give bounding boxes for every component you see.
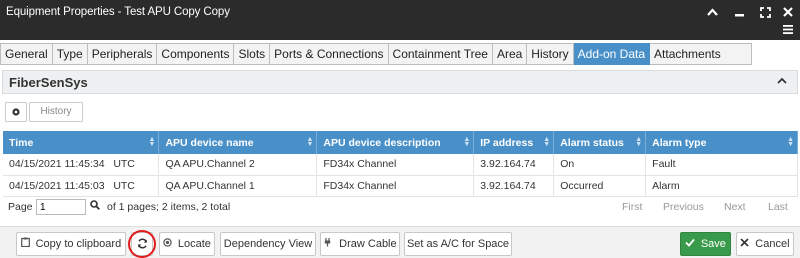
tab-attachments[interactable]: Attachments <box>650 43 752 65</box>
sort-icon: ▲ ▼ <box>148 136 156 148</box>
tab-peripherals[interactable]: Peripherals <box>87 43 158 65</box>
maximize-icon[interactable] <box>760 7 771 21</box>
copy-to-clipboard-button[interactable]: Copy to clipboard <box>16 232 126 256</box>
checkmark-icon <box>685 238 698 250</box>
tab-components[interactable]: Components <box>157 43 235 65</box>
page-label: Page <box>8 201 33 213</box>
tab-general[interactable]: General <box>0 43 53 65</box>
pager: Page of 1 pages; 2 items, 2 total First … <box>3 196 798 218</box>
tab-bar: General Type Peripherals Components Slot… <box>0 43 752 65</box>
cell-apu-device-description: FD34x Channel <box>316 175 475 197</box>
tab-containment-tree[interactable]: Containment Tree <box>388 43 493 65</box>
dependency-view-button[interactable]: Dependency View <box>220 232 316 256</box>
cell-ip-address: 3.92.164.74 <box>473 154 555 176</box>
gear-icon <box>11 108 21 120</box>
tab-slots[interactable]: Slots <box>234 43 271 65</box>
panel-title: FiberSenSys <box>9 75 88 90</box>
column-header-alarm-status[interactable]: Alarm status ▲ ▼ <box>553 131 647 154</box>
search-icon[interactable] <box>90 200 100 213</box>
window-title: Equipment Properties - Test APU Copy Cop… <box>6 6 230 18</box>
tab-ports-connections[interactable]: Ports & Connections <box>270 43 389 65</box>
highlight-circle <box>128 230 156 258</box>
close-icon[interactable] <box>783 7 793 20</box>
cell-alarm-type: Alarm <box>645 175 798 197</box>
tab-add-on-data[interactable]: Add-on Data <box>573 43 651 65</box>
cell-alarm-status: On <box>553 154 647 176</box>
cell-apu-device-name: QA APU.Channel 1 <box>158 175 318 197</box>
sort-icon: ▲ ▼ <box>543 136 551 148</box>
tab-type[interactable]: Type <box>52 43 88 65</box>
history-button[interactable]: History <box>29 102 83 122</box>
window-titlebar: Equipment Properties - Test APU Copy Cop… <box>0 0 800 40</box>
sort-icon: ▲ ▼ <box>463 136 471 148</box>
clipboard-icon <box>20 237 33 250</box>
save-button[interactable]: Save <box>680 232 731 256</box>
page-info: of 1 pages; 2 items, 2 total <box>107 201 231 213</box>
table-row[interactable]: 04/15/2021 11:45:03 UTC QA APU.Channel 1… <box>3 175 798 197</box>
sort-icon: ▲ ▼ <box>306 136 314 148</box>
cancel-button[interactable]: Cancel <box>736 232 794 256</box>
column-header-time[interactable]: Time ▲ ▼ <box>3 131 160 154</box>
page-number-input[interactable] <box>36 199 86 215</box>
collapse-up-icon[interactable] <box>707 8 718 20</box>
draw-cable-button[interactable]: Draw Cable <box>320 232 400 256</box>
collapse-panel-icon[interactable] <box>777 76 787 87</box>
column-header-apu-device-name[interactable]: APU device name ▲ ▼ <box>158 131 318 154</box>
settings-button[interactable] <box>5 102 27 122</box>
plug-icon <box>323 238 336 250</box>
table-row[interactable]: 04/15/2021 11:45:34 UTC QA APU.Channel 2… <box>3 154 798 176</box>
sort-icon: ▲ ▼ <box>635 136 643 148</box>
tab-area[interactable]: Area <box>492 43 528 65</box>
sort-icon: ▲ ▼ <box>787 136 794 148</box>
set-as-ac-for-space-button[interactable]: Set as A/C for Space <box>404 232 512 256</box>
cell-alarm-status: Occurred <box>553 175 647 197</box>
cell-alarm-type: Fault <box>645 154 798 176</box>
cell-apu-device-name: QA APU.Channel 2 <box>158 154 318 176</box>
hamburger-menu-icon[interactable] <box>783 25 793 37</box>
first-page-link[interactable]: First <box>622 201 642 213</box>
tab-history[interactable]: History <box>527 43 574 65</box>
next-page-link[interactable]: Next <box>724 201 746 213</box>
bottom-toolbar: Copy to clipboard Locate Dependency View… <box>0 226 800 258</box>
cell-ip-address: 3.92.164.74 <box>473 175 555 197</box>
cell-apu-device-description: FD34x Channel <box>316 154 475 176</box>
column-header-alarm-type[interactable]: Alarm type ▲ ▼ <box>645 131 798 154</box>
close-icon <box>740 238 752 250</box>
panel-header: FiberSenSys <box>2 70 798 94</box>
minimize-icon[interactable] <box>735 8 744 20</box>
cell-time: 04/15/2021 11:45:03 UTC <box>3 175 160 197</box>
grid-header-row: Time ▲ ▼ APU device name ▲ ▼ APU device desc… <box>3 131 798 154</box>
locate-button[interactable]: Locate <box>159 232 215 256</box>
cell-time: 04/15/2021 11:45:34 UTC <box>3 154 160 176</box>
column-header-ip-address[interactable]: IP address ▲ ▼ <box>473 131 555 154</box>
last-page-link[interactable]: Last <box>768 201 788 213</box>
previous-page-link[interactable]: Previous <box>663 201 704 213</box>
column-header-apu-device-description[interactable]: APU device description ▲ ▼ <box>316 131 475 154</box>
target-icon <box>163 238 175 250</box>
data-grid: Time ▲ ▼ APU device name ▲ ▼ APU device desc… <box>3 131 798 197</box>
